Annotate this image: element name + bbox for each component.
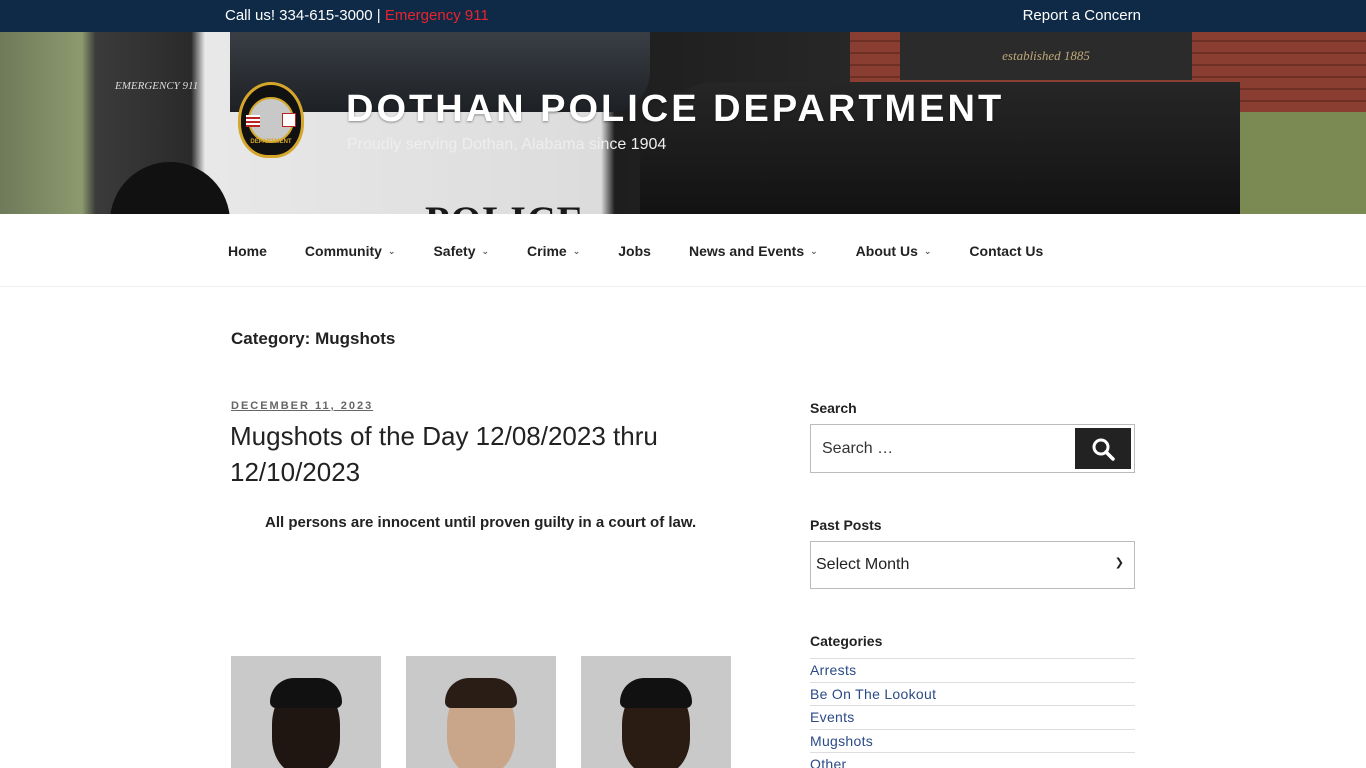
car-door-text: POLICE	[425, 197, 584, 214]
nav-item-about-us[interactable]: About Us ⌄	[856, 243, 932, 259]
site-tagline: Proudly serving Dothan, Alabama since 19…	[347, 136, 667, 153]
post-title[interactable]: Mugshots of the Day 12/08/2023 thru 12/1…	[230, 418, 750, 490]
call-us-text: Call us! 334-615-3000 |	[225, 7, 381, 24]
category-link[interactable]: Arrests	[810, 658, 1135, 682]
category-link[interactable]: Be On The Lookout	[810, 681, 1135, 706]
post-date[interactable]: DECEMBER 11, 2023	[231, 400, 373, 412]
categories-list: Arrests Be On The Lookout Events Mugshots Ot…	[810, 658, 1135, 768]
page-title: Category: Mugshots	[231, 329, 396, 348]
mugshot-photo[interactable]	[406, 656, 556, 768]
search-widget-title: Search	[810, 400, 857, 416]
chevron-down-icon: ❯	[1114, 557, 1124, 569]
past-posts-title: Past Posts	[810, 517, 882, 533]
nav-item-label: Community	[304, 243, 382, 259]
contact-info: Call us! 334-615-3000 | Emergency 911	[225, 7, 489, 24]
search-icon	[1092, 438, 1115, 461]
chevron-down-icon: ⌄	[810, 245, 818, 256]
top-bar: Call us! 334-615-3000 | Emergency 911 Re…	[0, 0, 1366, 32]
nav-item-community[interactable]: Community ⌄	[305, 243, 396, 259]
categories-title: Categories	[810, 633, 883, 649]
nav-item-jobs[interactable]: Jobs	[618, 243, 651, 259]
alabama-flag-icon	[282, 113, 296, 127]
archive-selected-value: Select Month	[816, 556, 910, 573]
search-button[interactable]	[1075, 428, 1131, 469]
nav-item-crime[interactable]: Crime ⌄	[527, 243, 580, 259]
nav-item-label: Crime	[527, 243, 567, 259]
mugshot-hair	[620, 678, 692, 708]
nav-item-label: About Us	[855, 243, 918, 259]
chevron-down-icon: ⌄	[923, 245, 932, 256]
city-sign: established 1885	[900, 32, 1192, 80]
nav-item-label: Safety	[433, 243, 476, 259]
nav-item-news-and-events[interactable]: News and Events ⌄	[689, 243, 818, 259]
archive-month-select[interactable]: Select Month ❯	[810, 541, 1135, 589]
nav-item-label: Home	[228, 243, 267, 259]
mugshot-hair	[270, 678, 342, 708]
report-concern-link[interactable]: Report a Concern	[1023, 7, 1141, 24]
chevron-down-icon: ⌄	[387, 245, 396, 256]
car-wheel	[110, 162, 230, 214]
nav-item-label: Contact Us	[969, 243, 1044, 259]
search-form	[810, 424, 1135, 473]
chevron-down-icon: ⌄	[572, 245, 581, 256]
mugshot-photo[interactable]	[231, 656, 381, 768]
nav-item-contact-us[interactable]: Contact Us	[969, 243, 1043, 259]
main-navigation: Home Community ⌄ Safety ⌄ Crime ⌄ Jobs News and …	[0, 214, 1366, 287]
post-disclaimer: All persons are innocent until proven gu…	[265, 514, 697, 531]
nav-item-home[interactable]: Home	[228, 243, 267, 259]
chevron-down-icon: ⌄	[481, 245, 490, 256]
car-emergency-text: EMERGENCY 911	[115, 80, 199, 92]
us-flag-icon	[246, 115, 260, 127]
category-link[interactable]: Events	[810, 705, 1135, 729]
nav-item-label: Jobs	[618, 243, 651, 259]
site-title[interactable]: DOTHAN POLICE DEPARTMENT	[346, 88, 1004, 131]
nav-item-label: News and Events	[688, 243, 805, 259]
badge-label: DEPARTMENT	[250, 139, 292, 145]
police-badge-logo[interactable]: DEPARTMENT	[238, 82, 304, 158]
nav-menu: Home Community ⌄ Safety ⌄ Crime ⌄ Jobs News and …	[228, 243, 1081, 259]
mugshot-hair	[445, 678, 517, 708]
category-link[interactable]: Mugshots	[810, 728, 1135, 753]
emergency-link[interactable]: Emergency 911	[385, 7, 489, 24]
category-link[interactable]: Other	[810, 752, 1135, 768]
nav-item-safety[interactable]: Safety ⌄	[433, 243, 489, 259]
grass	[1230, 112, 1366, 214]
search-input[interactable]	[811, 425, 1073, 472]
mugshot-photo[interactable]	[581, 656, 731, 768]
